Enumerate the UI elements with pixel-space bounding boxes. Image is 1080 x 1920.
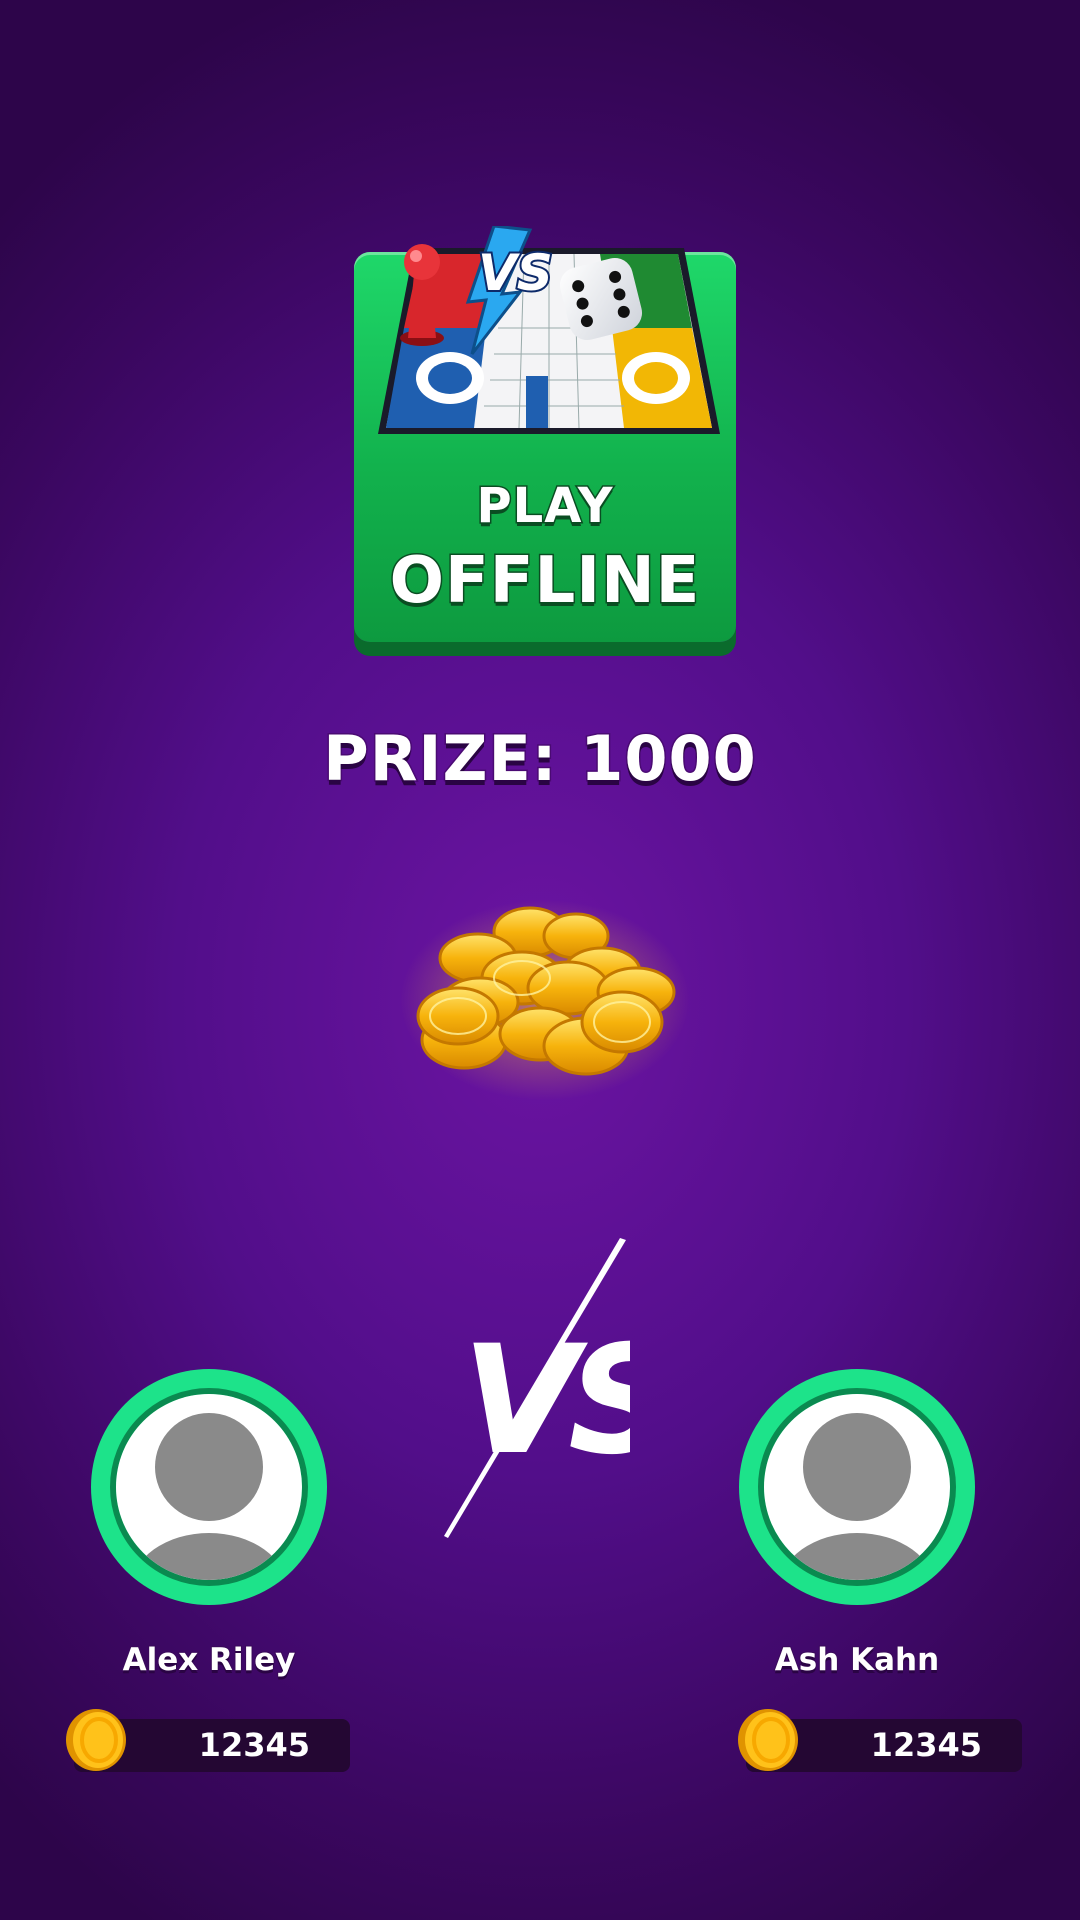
coin-icon: [66, 1709, 126, 1771]
mode-label-offline: OFFLINE: [388, 543, 701, 620]
vs-emblem-icon: VS: [444, 1238, 630, 1538]
coin-pile-icon: [400, 900, 690, 1100]
mode-label-play: PLAY: [475, 477, 614, 536]
player1-balance-value: 12345: [198, 1726, 310, 1764]
player2-avatar[interactable]: [737, 1367, 977, 1607]
coin-icon: [738, 1709, 798, 1771]
ludo-board-icon: VS: [378, 226, 720, 434]
player1-avatar[interactable]: [89, 1367, 329, 1607]
prize-label: PRIZE: 1000: [322, 721, 758, 797]
vs-text: VS: [462, 1314, 630, 1488]
vs-badge-text: VS: [478, 244, 553, 302]
player1-name: Alex Riley: [122, 1641, 297, 1679]
player2-name: Ash Kahn: [774, 1641, 940, 1679]
player2-balance-value: 12345: [870, 1726, 982, 1764]
